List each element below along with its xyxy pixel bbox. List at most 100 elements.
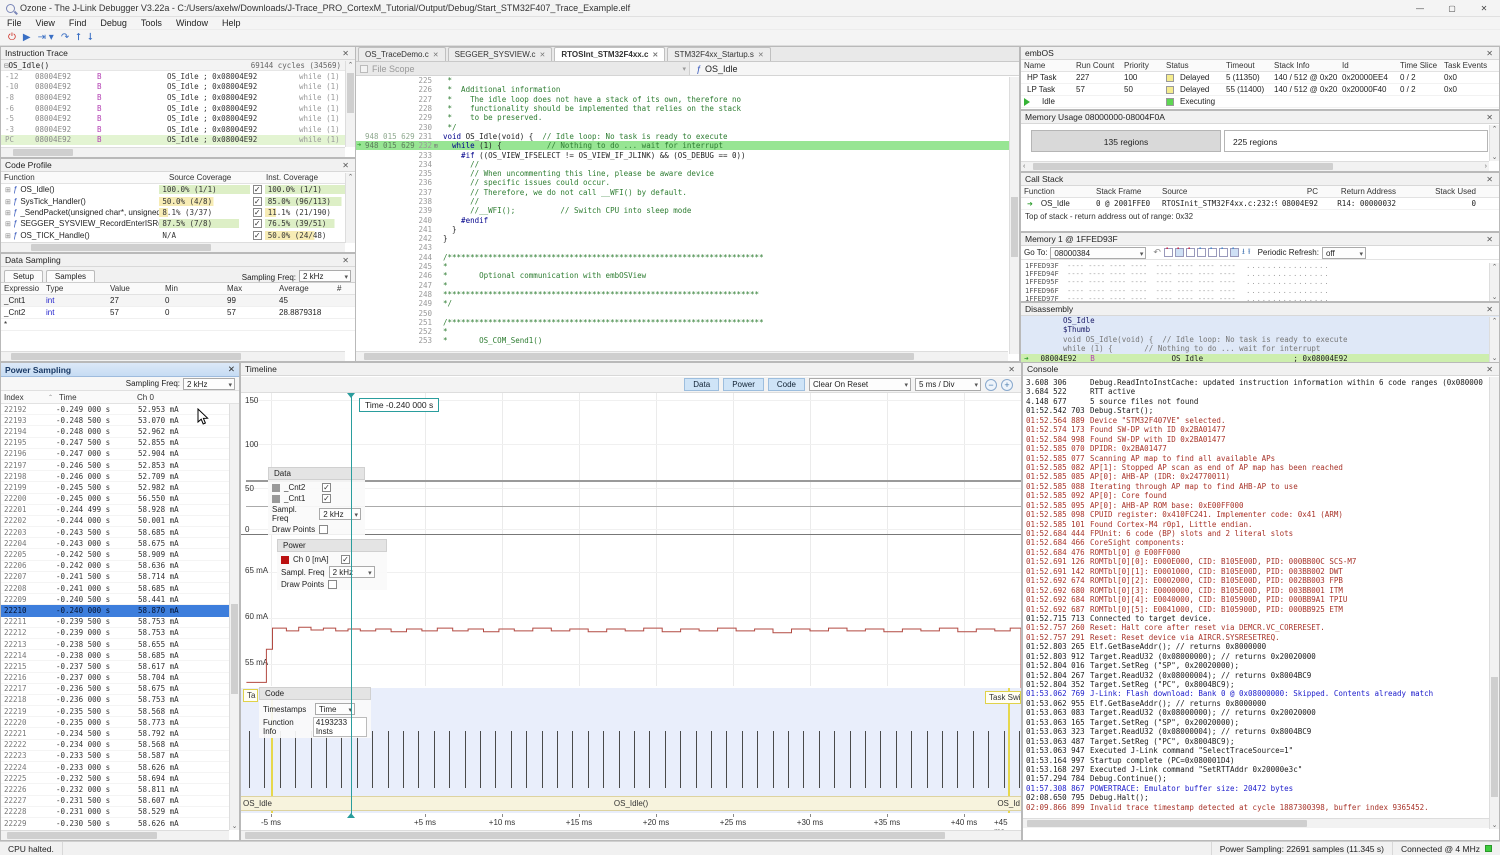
- upload-icon[interactable]: ⭣: [88, 31, 93, 45]
- close-icon[interactable]: ✕: [1484, 235, 1495, 244]
- data-sampling-row[interactable]: _Cnt1int2709945: [1, 295, 355, 307]
- clear-on-reset-combo[interactable]: Clear On Reset: [809, 378, 911, 391]
- power-sample-row[interactable]: 22228-0.231 000 s58.529 mA: [1, 807, 239, 818]
- v-scrollbar[interactable]: ⌃⌄: [1489, 125, 1499, 161]
- power-sample-row[interactable]: 22220-0.235 000 s58.773 mA: [1, 717, 239, 728]
- code-profile-row[interactable]: ⊞ƒ_SendPacket(unsigned char*, unsigned8.…: [1, 207, 355, 218]
- menu-item-tools[interactable]: Tools: [134, 18, 169, 28]
- power-sample-row[interactable]: 22213-0.238 500 s58.655 mA: [1, 639, 239, 650]
- column-header-ch0[interactable]: Ch 0: [134, 392, 157, 403]
- column-header[interactable]: Type: [43, 283, 107, 294]
- power-sample-row[interactable]: 22199-0.245 500 s52.982 mA: [1, 482, 239, 493]
- menu-item-view[interactable]: View: [29, 18, 62, 28]
- h-scrollbar[interactable]: [356, 351, 1008, 361]
- series-checkbox[interactable]: ✓: [322, 483, 331, 492]
- memory-format-button[interactable]: ▪: [1230, 248, 1239, 257]
- zoom-out-icon[interactable]: −: [985, 379, 997, 391]
- power-sample-row[interactable]: 22194-0.248 000 s52.962 mA: [1, 426, 239, 437]
- power-sample-row[interactable]: 22225-0.232 500 s58.694 mA: [1, 773, 239, 784]
- task-row[interactable]: IdleExecuting: [1021, 96, 1499, 108]
- power-sample-row[interactable]: 22206-0.242 000 s58.636 mA: [1, 561, 239, 572]
- column-header[interactable]: Time Slice: [1397, 60, 1441, 71]
- function-combo[interactable]: ƒOS_Idle: [690, 62, 1019, 75]
- column-header[interactable]: Inst. Coverage: [263, 172, 321, 183]
- h-scrollbar[interactable]: [1, 830, 229, 840]
- timestamps-combo[interactable]: Time: [315, 703, 355, 715]
- h-scrollbar[interactable]: [1, 242, 345, 252]
- time-scale-combo[interactable]: 5 ms / Div: [915, 378, 981, 391]
- h-scrollbar[interactable]: [1023, 818, 1489, 828]
- trace-row[interactable]: -508004E92BOS_Idle ; 0x08004E92while (1): [1, 113, 355, 124]
- undo-icon[interactable]: ↶: [1153, 247, 1161, 258]
- power-sample-row[interactable]: 22209-0.240 500 s58.441 mA: [1, 594, 239, 605]
- v-scrollbar[interactable]: ⌃: [345, 173, 355, 243]
- close-icon[interactable]: ✕: [758, 51, 764, 59]
- memory-format-button[interactable]: ▪: [1219, 248, 1228, 257]
- column-header[interactable]: Timeout: [1223, 60, 1271, 71]
- power-sample-row[interactable]: 22212-0.239 000 s58.753 mA: [1, 628, 239, 639]
- trace-row[interactable]: PC08004E92BOS_Idle ; 0x08004E92while (1): [1, 135, 355, 146]
- power-sample-row[interactable]: 22216-0.237 000 s58.704 mA: [1, 673, 239, 684]
- collapse-icon[interactable]: ⊟: [1, 61, 9, 70]
- close-icon[interactable]: ✕: [340, 256, 351, 265]
- power-sample-row[interactable]: 22214-0.238 000 s58.685 mA: [1, 650, 239, 661]
- coverage-checkbox[interactable]: ✓: [253, 208, 262, 217]
- time-cursor[interactable]: [351, 393, 352, 814]
- trace-group-row[interactable]: ⊟ OS_Idle() 69144 cycles (34569): [1, 60, 355, 71]
- import-icon[interactable]: ⭱: [1248, 246, 1251, 260]
- column-header-time[interactable]: Time: [56, 392, 134, 403]
- code-profile-row[interactable]: ⊞ƒSysTick_Handler()50.0% (4/8)✓85.0% (96…: [1, 195, 355, 206]
- close-icon[interactable]: ✕: [1006, 365, 1017, 374]
- h-scrollbar[interactable]: ‹›: [1021, 161, 1489, 171]
- power-sample-row[interactable]: 22221-0.234 500 s58.792 mA: [1, 728, 239, 739]
- power-sample-row[interactable]: 22197-0.246 500 s52.853 mA: [1, 460, 239, 471]
- draw-points-checkbox[interactable]: [319, 525, 328, 534]
- call-stack-row[interactable]: ➜OS_Idle0 @ 2001FFE0RTOSInit_STM32F4xx.c…: [1021, 198, 1499, 210]
- power-sample-row[interactable]: 22208-0.241 000 s58.685 mA: [1, 583, 239, 594]
- column-header[interactable]: Source: [1159, 186, 1277, 197]
- v-scrollbar[interactable]: ⌃: [345, 61, 355, 147]
- draw-points-checkbox[interactable]: [328, 580, 337, 589]
- legend-freq-combo[interactable]: 2 kHz: [319, 508, 361, 520]
- file-scope-combo[interactable]: File Scope: [356, 62, 690, 75]
- column-header[interactable]: #: [334, 283, 354, 294]
- trace-row[interactable]: -608004E92BOS_Idle ; 0x08004E92while (1): [1, 103, 355, 114]
- series-checkbox[interactable]: ✓: [322, 494, 331, 503]
- close-icon[interactable]: ✕: [1484, 49, 1495, 58]
- column-header[interactable]: Name: [1021, 60, 1073, 71]
- column-header[interactable]: Priority: [1121, 60, 1163, 71]
- column-header[interactable]: Run Count: [1073, 60, 1121, 71]
- memory-format-button[interactable]: ▪: [1208, 248, 1217, 257]
- power-sample-row[interactable]: 22223-0.233 500 s58.587 mA: [1, 751, 239, 762]
- v-scrollbar[interactable]: ⌃⌄: [1489, 263, 1499, 301]
- editor-tab-SEGGER_SYSVIEW.c[interactable]: SEGGER_SYSVIEW.c✕: [448, 47, 553, 61]
- coverage-checkbox[interactable]: ✓: [253, 185, 262, 194]
- sampling-freq-combo[interactable]: 2 kHz: [183, 378, 235, 390]
- power-sample-row[interactable]: 22196-0.247 000 s52.904 mA: [1, 449, 239, 460]
- close-icon[interactable]: ✕: [1484, 113, 1495, 122]
- power-sample-row[interactable]: 22202-0.244 000 s50.001 mA: [1, 516, 239, 527]
- timeline-data-button[interactable]: Data: [684, 378, 719, 391]
- h-scrollbar[interactable]: [1, 351, 345, 361]
- power-icon[interactable]: ⏻: [8, 31, 16, 45]
- column-header[interactable]: Task Events: [1441, 60, 1491, 71]
- close-icon[interactable]: ✕: [340, 49, 351, 58]
- code-profile-row[interactable]: ⊞ƒOS_Idle()100.0% (1/1)✓100.0% (1/1): [1, 184, 355, 195]
- power-sample-row[interactable]: 22200-0.245 000 s56.550 mA: [1, 494, 239, 505]
- trace-row[interactable]: -1008004E92BOS_Idle ; 0x08004E92while (1…: [1, 82, 355, 93]
- h-scrollbar[interactable]: [1, 147, 345, 157]
- column-header[interactable]: Average: [276, 283, 334, 294]
- coverage-checkbox[interactable]: ✓: [253, 219, 262, 228]
- column-header[interactable]: Stack Frame: [1093, 186, 1159, 197]
- v-scrollbar[interactable]: ⌃⌄: [1489, 317, 1499, 362]
- task-row[interactable]: LP Task5750Delayed55 (11400)140 / 512 @ …: [1021, 84, 1499, 96]
- close-icon[interactable]: ✕: [228, 364, 235, 375]
- power-sample-row[interactable]: 22210-0.240 000 s58.870 mA: [1, 605, 239, 616]
- menu-item-help[interactable]: Help: [215, 18, 248, 28]
- v-scrollbar[interactable]: ⌄: [1489, 377, 1499, 829]
- tab-samples[interactable]: Samples: [46, 270, 95, 282]
- close-icon[interactable]: ✕: [433, 51, 439, 59]
- close-icon[interactable]: ✕: [1484, 305, 1495, 314]
- memory-format-button[interactable]: ▪: [1164, 248, 1173, 257]
- step-over-icon[interactable]: ↷: [61, 31, 69, 45]
